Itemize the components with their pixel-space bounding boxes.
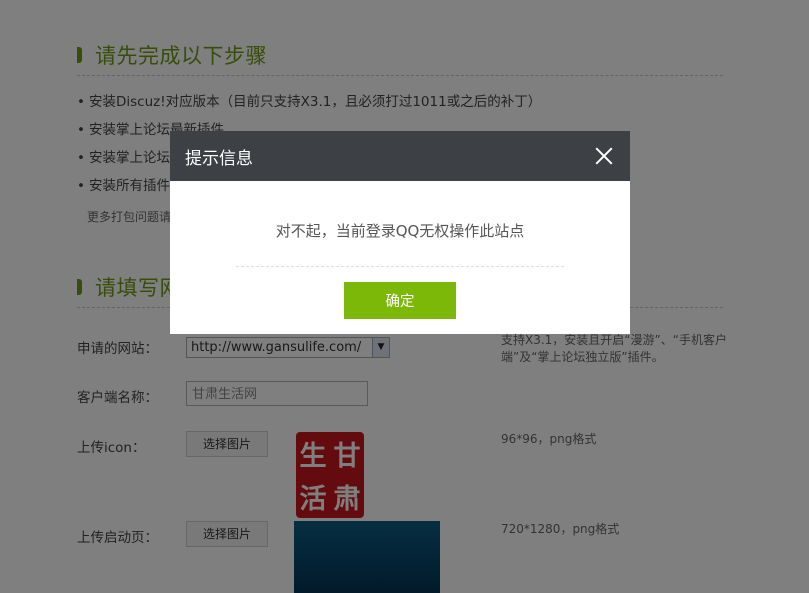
divider bbox=[236, 266, 564, 267]
dialog-header: 提示信息 bbox=[170, 131, 630, 181]
confirm-button[interactable]: 确定 bbox=[344, 282, 456, 319]
alert-dialog: 提示信息 对不起，当前登录QQ无权操作此站点 确定 bbox=[170, 131, 630, 334]
dialog-title: 提示信息 bbox=[185, 148, 253, 169]
dialog-message: 对不起，当前登录QQ无权操作此站点 bbox=[275, 222, 525, 240]
close-icon[interactable] bbox=[593, 145, 615, 167]
